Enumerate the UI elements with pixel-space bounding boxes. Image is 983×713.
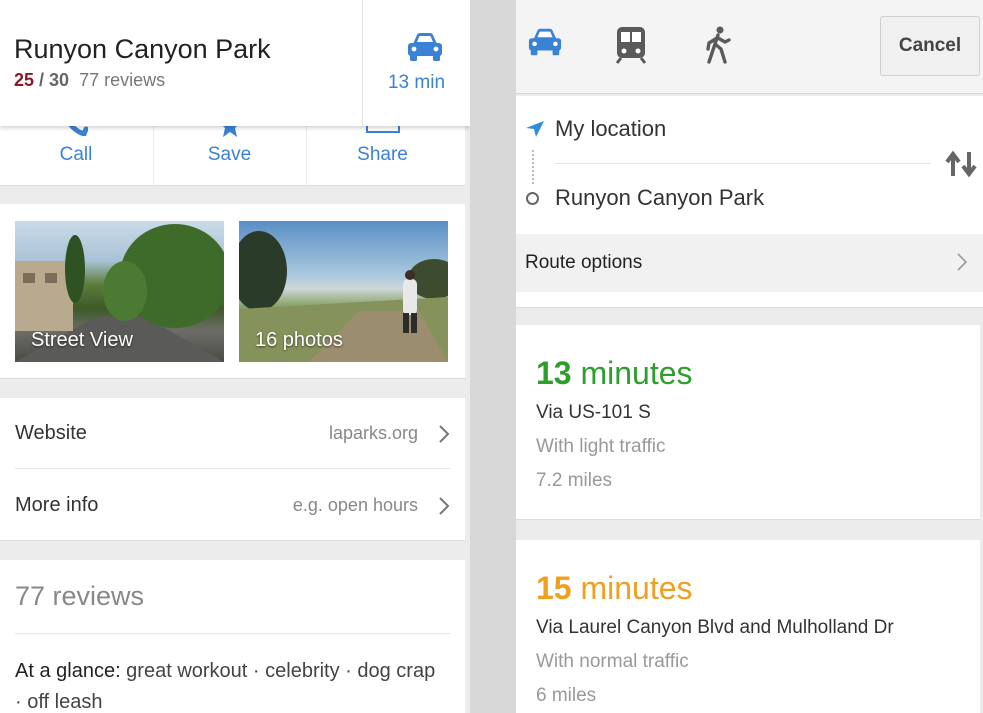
route-inputs-card: My location Runyon Canyon Park Route opt… bbox=[516, 96, 983, 308]
rating-score: 25 bbox=[14, 70, 35, 90]
route-dots bbox=[532, 150, 534, 184]
call-label: Call bbox=[59, 144, 93, 165]
directions-panel: Cancel My location Runyon Canyon Park Ro… bbox=[516, 0, 983, 713]
place-panel: Runyon Canyon Park 25 / 30 77 reviews 13… bbox=[0, 0, 470, 713]
drive-time: 13 min bbox=[387, 72, 446, 93]
route-duration: 13 minutes bbox=[536, 355, 693, 392]
share-label: Share bbox=[357, 144, 408, 165]
route-traffic: With light traffic bbox=[536, 436, 666, 457]
reviews-divider bbox=[15, 633, 450, 634]
photos-thumbnail[interactable]: 16 photos bbox=[239, 221, 448, 362]
route-duration-unit: minutes bbox=[571, 355, 693, 391]
destination-field[interactable]: Runyon Canyon Park bbox=[555, 185, 764, 211]
destination-circle-icon bbox=[526, 192, 539, 205]
chevron-right-icon bbox=[439, 425, 450, 443]
more-info-value: e.g. open hours bbox=[292, 495, 418, 515]
at-a-glance: At a glance: great workout · celebrity ·… bbox=[15, 656, 445, 713]
route-options-row[interactable]: Route options bbox=[516, 234, 983, 292]
route-options-label: Route options bbox=[525, 252, 643, 273]
route-duration: 15 minutes bbox=[536, 570, 693, 607]
walk-icon[interactable] bbox=[705, 26, 731, 64]
more-info-row[interactable]: More info e.g. open hours bbox=[0, 470, 465, 540]
route-distance: 6 miles bbox=[536, 685, 597, 706]
cancel-button[interactable]: Cancel bbox=[880, 16, 980, 76]
place-header: Runyon Canyon Park 25 / 30 77 reviews 13… bbox=[0, 0, 470, 126]
route-duration-unit: minutes bbox=[571, 570, 693, 606]
row-divider bbox=[15, 468, 450, 469]
route-duration-number: 15 bbox=[536, 570, 572, 606]
car-icon[interactable] bbox=[527, 26, 563, 58]
rating-line: 25 / 30 77 reviews bbox=[14, 70, 165, 91]
save-label: Save bbox=[207, 144, 252, 165]
swap-icon[interactable] bbox=[944, 150, 978, 178]
website-label: Website bbox=[15, 422, 87, 444]
reviews-title: 77 reviews bbox=[15, 581, 145, 611]
chevron-right-icon bbox=[957, 253, 967, 271]
route-distance: 7.2 miles bbox=[536, 470, 613, 491]
car-icon bbox=[408, 33, 442, 61]
reviews-card: 77 reviews At a glance: great workout · … bbox=[0, 560, 465, 713]
more-info-label: More info bbox=[15, 494, 99, 516]
travel-mode-bar: Cancel bbox=[516, 0, 983, 94]
route-duration-number: 13 bbox=[536, 355, 572, 391]
origin-field[interactable]: My location bbox=[555, 116, 666, 142]
place-title: Runyon Canyon Park bbox=[14, 34, 271, 64]
drive-directions-button[interactable]: 13 min bbox=[362, 0, 470, 126]
transit-icon[interactable] bbox=[615, 26, 647, 64]
street-view-thumbnail[interactable]: Street View bbox=[15, 221, 224, 362]
website-value: laparks.org bbox=[328, 423, 418, 443]
route-option-card[interactable]: 13 minutes Via US-101 S With light traff… bbox=[516, 325, 980, 520]
route-via: Via US-101 S bbox=[536, 402, 651, 423]
website-row[interactable]: Website laparks.org bbox=[0, 398, 465, 469]
glance-label: At a glance: bbox=[15, 660, 121, 682]
route-option-card[interactable]: 15 minutes Via Laurel Canyon Blvd and Mu… bbox=[516, 540, 980, 713]
links-card: Website laparks.org More info e.g. open … bbox=[0, 398, 465, 541]
route-via: Via Laurel Canyon Blvd and Mulholland Dr bbox=[536, 617, 894, 638]
photos-caption: 16 photos bbox=[255, 329, 343, 351]
photos-card: Street View 16 photos bbox=[0, 204, 465, 379]
route-traffic: With normal traffic bbox=[536, 651, 689, 672]
my-location-arrow-icon bbox=[526, 121, 544, 137]
review-count[interactable]: 77 reviews bbox=[79, 70, 165, 90]
field-divider bbox=[555, 163, 931, 164]
chevron-right-icon bbox=[439, 497, 450, 515]
street-view-caption: Street View bbox=[31, 329, 133, 351]
rating-out-of: / 30 bbox=[39, 70, 70, 90]
